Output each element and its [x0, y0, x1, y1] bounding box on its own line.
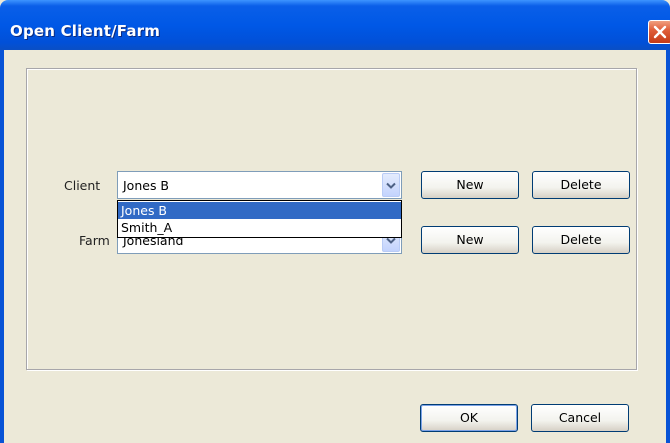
chevron-down-icon: [386, 237, 396, 244]
dialog-title: Open Client/Farm: [10, 22, 161, 40]
farm-delete-button[interactable]: Delete: [532, 226, 630, 254]
client-label: Client: [64, 178, 101, 193]
close-button[interactable]: [648, 20, 670, 44]
farm-new-button[interactable]: New: [421, 226, 519, 254]
client-dropdown-button[interactable]: [382, 173, 400, 197]
window-frame-left: [0, 50, 4, 443]
ok-button[interactable]: OK: [420, 404, 518, 432]
cancel-button[interactable]: Cancel: [531, 404, 629, 432]
window-frame-right: [666, 50, 670, 443]
client-combobox-value: Jones B: [123, 178, 170, 193]
chevron-down-icon: [386, 182, 396, 189]
client-new-button[interactable]: New: [421, 171, 519, 199]
farm-label: Farm: [79, 233, 110, 248]
client-option-smith-a[interactable]: Smith_A: [118, 219, 401, 236]
title-bar[interactable]: Open Client/Farm: [0, 0, 670, 50]
close-icon: [653, 25, 667, 39]
client-combobox[interactable]: Jones B: [117, 171, 402, 199]
client-option-jones-b[interactable]: Jones B: [118, 202, 401, 219]
client-dropdown-list: Jones B Smith_A: [117, 200, 402, 238]
client-delete-button[interactable]: Delete: [532, 171, 630, 199]
